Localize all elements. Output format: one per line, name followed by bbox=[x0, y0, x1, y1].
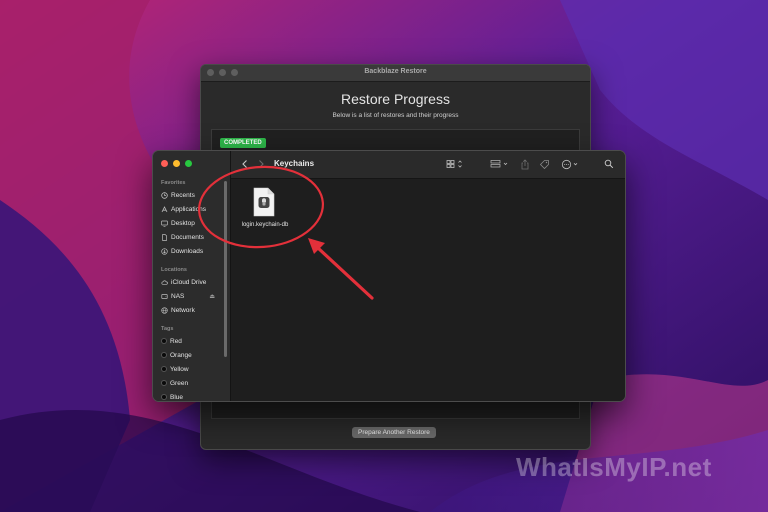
sidebar-item-nas[interactable]: NAS ⏏ bbox=[161, 290, 223, 302]
sidebar-item-documents[interactable]: Documents bbox=[161, 231, 223, 243]
sidebar-section-favorites: Favorites bbox=[161, 180, 186, 186]
tag-dot-icon bbox=[161, 338, 167, 344]
sidebar-item-tag-orange[interactable]: Orange bbox=[161, 349, 223, 361]
page-title: Restore Progress bbox=[341, 91, 450, 107]
icon-view-icon[interactable] bbox=[446, 158, 464, 170]
sidebar-item-recents[interactable]: Recents bbox=[161, 189, 223, 201]
finder-toolbar: Keychains bbox=[231, 151, 625, 179]
watermark-text: WhatIsMyIP.net bbox=[516, 452, 712, 482]
sidebar-item-desktop[interactable]: Desktop bbox=[161, 217, 223, 229]
sidebar-scrollbar[interactable] bbox=[224, 181, 227, 357]
minimize-icon[interactable] bbox=[173, 160, 180, 167]
sidebar-item-network[interactable]: Network bbox=[161, 304, 223, 316]
chevron-right-icon[interactable] bbox=[257, 158, 265, 170]
document-icon bbox=[161, 233, 168, 241]
tag-dot-icon bbox=[161, 380, 167, 386]
sidebar-item-label: Network bbox=[171, 306, 195, 314]
finder-window: Favorites Recents Applications Desktop D… bbox=[152, 150, 626, 402]
share-icon[interactable] bbox=[520, 158, 530, 170]
chevron-left-icon[interactable] bbox=[241, 158, 249, 170]
zoom-icon[interactable] bbox=[185, 160, 192, 167]
sidebar-item-tag-green[interactable]: Green bbox=[161, 377, 223, 389]
sidebar-item-applications[interactable]: Applications bbox=[161, 203, 223, 215]
clock-icon bbox=[161, 191, 168, 199]
page-subtitle: Below is a list of restores and their pr… bbox=[332, 112, 459, 119]
sidebar-item-label: Downloads bbox=[171, 247, 204, 255]
sidebar-item-tag-blue[interactable]: Blue bbox=[161, 391, 223, 401]
sidebar-item-downloads[interactable]: Downloads bbox=[161, 245, 223, 257]
more-actions-icon[interactable] bbox=[561, 158, 581, 170]
search-icon[interactable] bbox=[604, 158, 614, 170]
backblaze-titlebar: Backblaze Restore bbox=[201, 65, 590, 82]
sidebar-section-locations: Locations bbox=[161, 267, 187, 273]
download-icon bbox=[161, 247, 168, 255]
desktop-icon bbox=[161, 220, 168, 227]
sidebar-section-tags: Tags bbox=[161, 326, 174, 332]
sidebar-item-label: Green bbox=[170, 379, 189, 387]
sidebar-item-label: Orange bbox=[170, 351, 192, 359]
window-title: Backblaze Restore bbox=[364, 68, 427, 75]
cloud-icon bbox=[161, 279, 168, 286]
network-icon bbox=[161, 306, 168, 314]
tag-dot-icon bbox=[161, 366, 167, 372]
folder-title: Keychains bbox=[274, 159, 315, 168]
eject-icon[interactable]: ⏏ bbox=[209, 293, 215, 300]
tag-icon[interactable] bbox=[539, 158, 550, 170]
prepare-another-restore-button[interactable]: Prepare Another Restore bbox=[352, 427, 436, 438]
sidebar-item-label: NAS bbox=[171, 292, 185, 300]
tag-dot-icon bbox=[161, 394, 167, 400]
sidebar-item-label: Blue bbox=[170, 393, 184, 401]
group-by-icon[interactable] bbox=[490, 158, 510, 170]
sidebar-item-label: iCloud Drive bbox=[171, 278, 207, 286]
keychain-file-icon[interactable] bbox=[252, 187, 276, 217]
status-badge: COMPLETED bbox=[220, 138, 266, 148]
tag-dot-icon bbox=[161, 352, 167, 358]
applications-icon bbox=[161, 205, 168, 213]
file-name: login.keychain-db bbox=[241, 222, 289, 228]
finder-sidebar: Favorites Recents Applications Desktop D… bbox=[153, 151, 231, 401]
sidebar-item-label: Applications bbox=[171, 205, 207, 213]
sidebar-item-label: Yellow bbox=[170, 365, 189, 373]
sidebar-item-tag-red[interactable]: Red bbox=[161, 335, 223, 347]
close-icon[interactable] bbox=[161, 160, 168, 167]
sidebar-item-icloud-drive[interactable]: iCloud Drive bbox=[161, 276, 223, 288]
sidebar-item-label: Recents bbox=[171, 191, 195, 199]
sidebar-item-label: Red bbox=[170, 337, 182, 345]
sidebar-item-label: Documents bbox=[171, 233, 204, 241]
sidebar-item-tag-yellow[interactable]: Yellow bbox=[161, 363, 223, 375]
sidebar-item-label: Desktop bbox=[171, 219, 195, 227]
finder-content: login.keychain-db bbox=[231, 179, 625, 401]
finder-window-controls[interactable] bbox=[161, 160, 192, 167]
server-icon bbox=[161, 293, 168, 300]
